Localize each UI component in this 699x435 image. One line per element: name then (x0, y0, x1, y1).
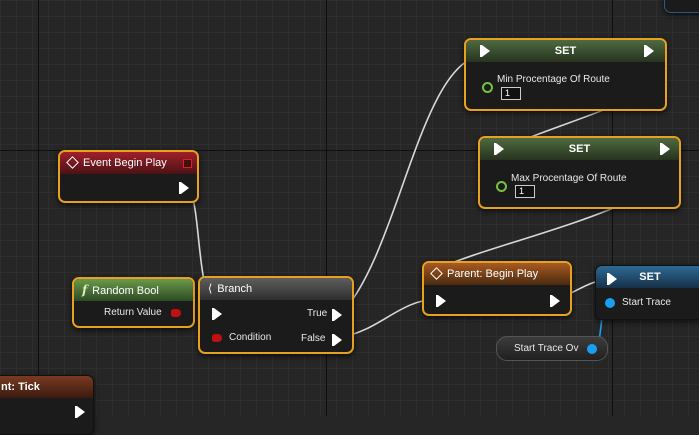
node-header: nt: Tick (0, 376, 93, 398)
node-title: nt: Tick (1, 381, 40, 393)
delegate-pin-icon[interactable] (183, 159, 192, 168)
value-input[interactable]: 1 (515, 185, 535, 198)
exec-in-pin[interactable] (480, 45, 490, 57)
node-title: Branch (217, 283, 253, 295)
exec-out-pin[interactable] (550, 295, 560, 307)
branch-icon: ⟨ (208, 283, 213, 295)
branch-node[interactable]: ⟨ Branch Condition True False (198, 276, 354, 354)
random-bool-node[interactable]: f Random Bool Return Value (72, 277, 195, 328)
condition-pin[interactable] (212, 334, 222, 342)
start-trace-variable-node[interactable]: Start Trace Ov (496, 336, 608, 361)
node-header: Event Begin Play (60, 152, 197, 174)
object-in-pin[interactable] (605, 298, 615, 308)
set-min-node[interactable]: SET Min Procentage Of Route 1 (464, 38, 667, 111)
node-title: Event Begin Play (83, 157, 167, 169)
true-label: True (307, 308, 328, 319)
false-label: False (301, 333, 326, 344)
exec-out-pin[interactable] (660, 143, 670, 155)
variable-label: Min Procentage Of Route (497, 74, 610, 85)
variable-label: Start Trace Ov (514, 343, 579, 354)
parent-begin-play-node[interactable]: Parent: Begin Play (422, 261, 572, 316)
node-title: Parent: Begin Play (447, 268, 539, 280)
exec-in-pin[interactable] (607, 273, 617, 285)
node-title: Random Bool (92, 285, 159, 297)
node-title: SET (554, 45, 577, 57)
object-out-pin[interactable] (587, 344, 597, 354)
exec-in-pin[interactable] (436, 295, 446, 307)
return-value-label: Return Value (104, 307, 162, 318)
node-title: SET (568, 143, 591, 155)
event-diamond-icon (66, 156, 79, 169)
node-header: SET (480, 138, 679, 160)
exec-in-pin[interactable] (494, 143, 504, 155)
variable-label: Max Procentage Of Route (511, 173, 627, 184)
event-begin-play-node[interactable]: Event Begin Play (58, 150, 199, 203)
float-in-pin[interactable] (496, 181, 507, 192)
node-header: f Random Bool (74, 279, 193, 301)
float-in-pin[interactable] (482, 82, 493, 93)
value-input[interactable]: 1 (501, 87, 521, 100)
exec-out-pin[interactable] (75, 406, 85, 418)
true-exec-pin[interactable] (332, 309, 342, 321)
node-header: Parent: Begin Play (424, 263, 570, 285)
condition-label: Condition (229, 332, 272, 343)
exec-out-pin[interactable] (179, 182, 189, 194)
node-header: ⟨ Branch (200, 278, 352, 300)
function-icon: f (82, 283, 88, 297)
false-exec-pin[interactable] (332, 334, 342, 346)
node-header: SET (466, 40, 665, 62)
offscreen-node[interactable] (664, 0, 699, 13)
bool-out-pin[interactable] (171, 309, 181, 317)
set-start-trace-node[interactable]: SET Start Trace (595, 265, 699, 320)
exec-out-pin[interactable] (644, 45, 654, 57)
variable-label: Start Trace (622, 297, 671, 308)
exec-in-pin[interactable] (212, 308, 222, 320)
set-max-node[interactable]: SET Max Procentage Of Route 1 (478, 136, 681, 209)
event-tick-node[interactable]: nt: Tick (0, 375, 94, 435)
node-title: SET (639, 271, 661, 283)
event-diamond-icon (430, 267, 443, 280)
